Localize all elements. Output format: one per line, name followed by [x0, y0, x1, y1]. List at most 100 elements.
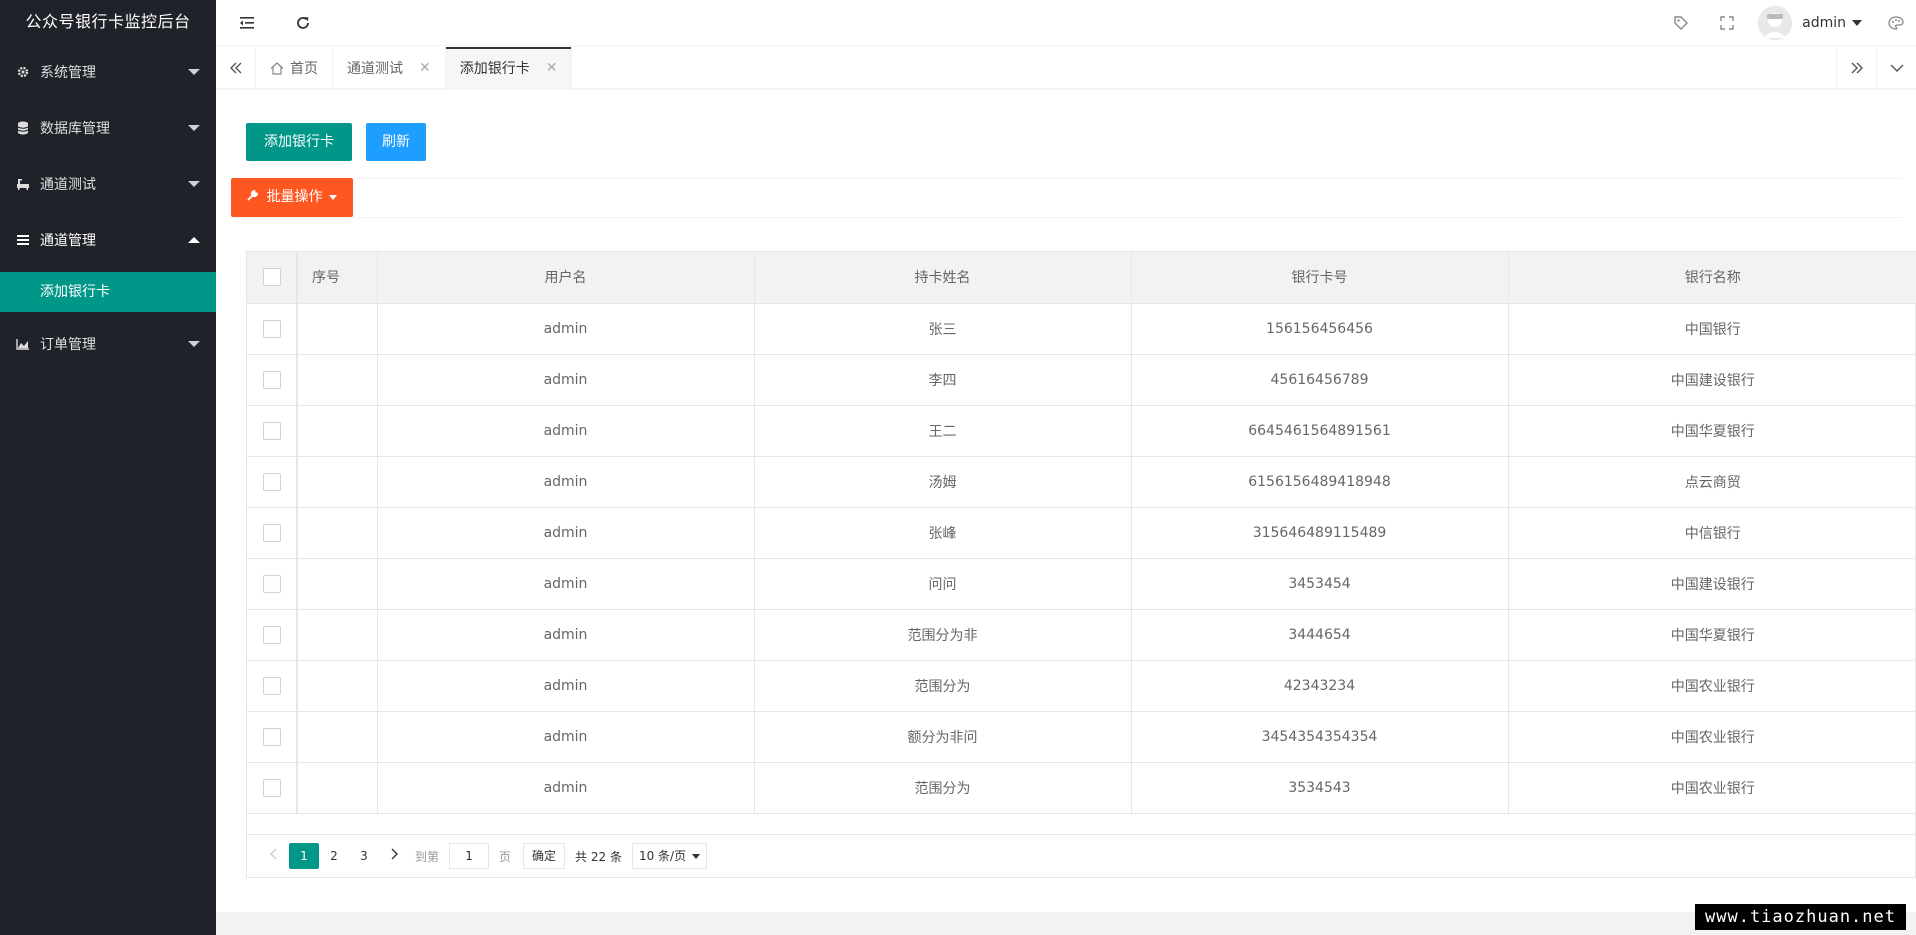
- row-checkbox[interactable]: [262, 370, 281, 389]
- table-row[interactable]: admin 王二 6645461564891561 中国华夏银行: [247, 405, 1916, 457]
- tabs-scroll-left-icon[interactable]: [216, 47, 256, 89]
- fullscreen-icon[interactable]: [1704, 0, 1750, 46]
- row-checkbox[interactable]: [262, 676, 281, 695]
- cell-card-number: 3444654: [1131, 609, 1509, 661]
- chevron-up-icon: [188, 237, 200, 243]
- cell-card-number: 3534543: [1131, 762, 1509, 814]
- tab-label: 首页: [290, 61, 318, 77]
- cell-username: admin: [377, 507, 755, 559]
- refresh-icon[interactable]: [280, 0, 326, 46]
- row-checkbox[interactable]: [262, 727, 281, 746]
- cell-seq: [297, 558, 378, 610]
- theme-icon[interactable]: [1876, 0, 1916, 46]
- chevron-down-icon: [692, 853, 701, 859]
- next-page-icon[interactable]: [379, 843, 409, 869]
- sidebar-item-system[interactable]: 系统管理: [0, 44, 216, 100]
- tab-channel-test[interactable]: 通道测试 ✕: [333, 47, 446, 89]
- cell-bank-name: 中国农业银行: [1508, 711, 1916, 763]
- cell-holder-name: 范围分为: [754, 762, 1132, 814]
- table-row[interactable]: admin 问问 3453454 中国建设银行: [247, 558, 1916, 610]
- goto-confirm-button[interactable]: 确定: [523, 843, 566, 869]
- watermark: www.tiaozhuan.net: [1695, 904, 1906, 930]
- table-row[interactable]: admin 张峰 315646489115489 中信银行: [247, 507, 1916, 559]
- page-number[interactable]: 3: [349, 843, 379, 869]
- goto-page-input[interactable]: 1: [449, 843, 490, 869]
- cell-seq: [297, 711, 378, 763]
- row-checkbox[interactable]: [262, 319, 281, 338]
- row-checkbox[interactable]: [262, 778, 281, 797]
- column-header[interactable]: 持卡姓名: [754, 252, 1132, 304]
- chevron-down-icon: [188, 341, 200, 347]
- home-icon: [270, 61, 284, 75]
- cell-username: admin: [377, 405, 755, 457]
- tabs-menu-chevron-down-icon[interactable]: [1876, 47, 1916, 89]
- row-select-cell: [247, 303, 298, 355]
- cell-holder-name: 张三: [754, 303, 1132, 355]
- tag-icon[interactable]: [1658, 0, 1704, 46]
- cell-bank-name: 中国建设银行: [1508, 558, 1916, 610]
- cell-card-number: 156156456456: [1131, 303, 1509, 355]
- table-row[interactable]: admin 范围分为 3534543 中国农业银行: [247, 762, 1916, 814]
- prev-page-icon[interactable]: [259, 843, 289, 869]
- refresh-button[interactable]: 刷新: [366, 123, 426, 161]
- tab-label: 添加银行卡: [459, 61, 530, 77]
- row-checkbox[interactable]: [262, 523, 281, 542]
- column-header[interactable]: 用户名: [377, 252, 755, 304]
- goto-prefix: 到第: [415, 849, 440, 864]
- cell-bank-name: 中国华夏银行: [1508, 405, 1916, 457]
- tab-home[interactable]: 首页: [256, 47, 333, 89]
- table-row[interactable]: admin 张三 156156456456 中国银行: [247, 303, 1916, 355]
- bathtub-icon: [16, 177, 30, 191]
- total-count: 共 22 条: [575, 849, 622, 864]
- cell-username: admin: [377, 354, 755, 406]
- sidebar-item-orders[interactable]: 订单管理: [0, 316, 216, 372]
- table-row[interactable]: admin 范围分为非 3444654 中国华夏银行: [247, 609, 1916, 661]
- database-icon: [16, 121, 30, 135]
- table-row[interactable]: admin 李四 45616456789 中国建设银行: [247, 354, 1916, 406]
- row-checkbox[interactable]: [262, 625, 281, 644]
- cell-username: admin: [377, 762, 755, 814]
- page-size-select[interactable]: 10 条/页: [631, 843, 708, 869]
- caret-down-icon[interactable]: [1852, 20, 1862, 26]
- row-select-cell: [247, 609, 298, 661]
- row-select-cell: [247, 660, 298, 712]
- add-bank-card-button[interactable]: 添加银行卡: [246, 123, 352, 161]
- list-icon: [16, 233, 30, 247]
- batch-operation-button[interactable]: 批量操作: [231, 178, 353, 217]
- close-icon[interactable]: ✕: [546, 60, 558, 76]
- row-select-cell: [247, 507, 298, 559]
- row-checkbox[interactable]: [262, 472, 281, 491]
- table-row[interactable]: admin 汤姆 6156156489418948 点云商贸: [247, 456, 1916, 508]
- app-logo-title: 公众号银行卡监控后台: [0, 0, 216, 44]
- sidebar-item-channel-test[interactable]: 通道测试: [0, 156, 216, 212]
- menu-shrink-icon[interactable]: [224, 0, 270, 46]
- close-icon[interactable]: ✕: [419, 60, 431, 76]
- table-row[interactable]: admin 额分为非问 3454354354354 中国农业银行: [247, 711, 1916, 763]
- select-all-checkbox[interactable]: [262, 268, 281, 287]
- username[interactable]: admin: [1802, 15, 1846, 31]
- row-checkbox[interactable]: [262, 574, 281, 593]
- cell-username: admin: [377, 609, 755, 661]
- avatar[interactable]: [1758, 6, 1793, 40]
- row-checkbox[interactable]: [262, 421, 281, 440]
- column-header[interactable]: 银行卡号: [1131, 252, 1509, 304]
- table-row[interactable]: admin 范围分为 42343234 中国农业银行: [247, 660, 1916, 712]
- sidebar-item-channel-manage[interactable]: 通道管理: [0, 212, 216, 268]
- page-number[interactable]: 2: [319, 843, 349, 869]
- row-select-cell: [247, 405, 298, 457]
- cell-bank-name: 中信银行: [1508, 507, 1916, 559]
- chevron-down-icon: [188, 125, 200, 131]
- sidebar-item-database[interactable]: 数据库管理: [0, 100, 216, 156]
- cell-seq: [297, 762, 378, 814]
- cell-card-number: 3454354354354: [1131, 711, 1509, 763]
- sidebar-subitem-add-bank-card[interactable]: 添加银行卡: [0, 272, 216, 312]
- row-select-cell: [247, 711, 298, 763]
- row-select-cell: [247, 354, 298, 406]
- column-header[interactable]: 银行名称: [1508, 252, 1916, 304]
- column-header[interactable]: 序号: [297, 252, 378, 304]
- cell-bank-name: 中国农业银行: [1508, 660, 1916, 712]
- tab-add-bank-card[interactable]: 添加银行卡 ✕: [445, 47, 573, 89]
- tabs-scroll-right-icon[interactable]: [1836, 47, 1876, 89]
- cell-seq: [297, 507, 378, 559]
- page-number[interactable]: 1: [289, 843, 319, 869]
